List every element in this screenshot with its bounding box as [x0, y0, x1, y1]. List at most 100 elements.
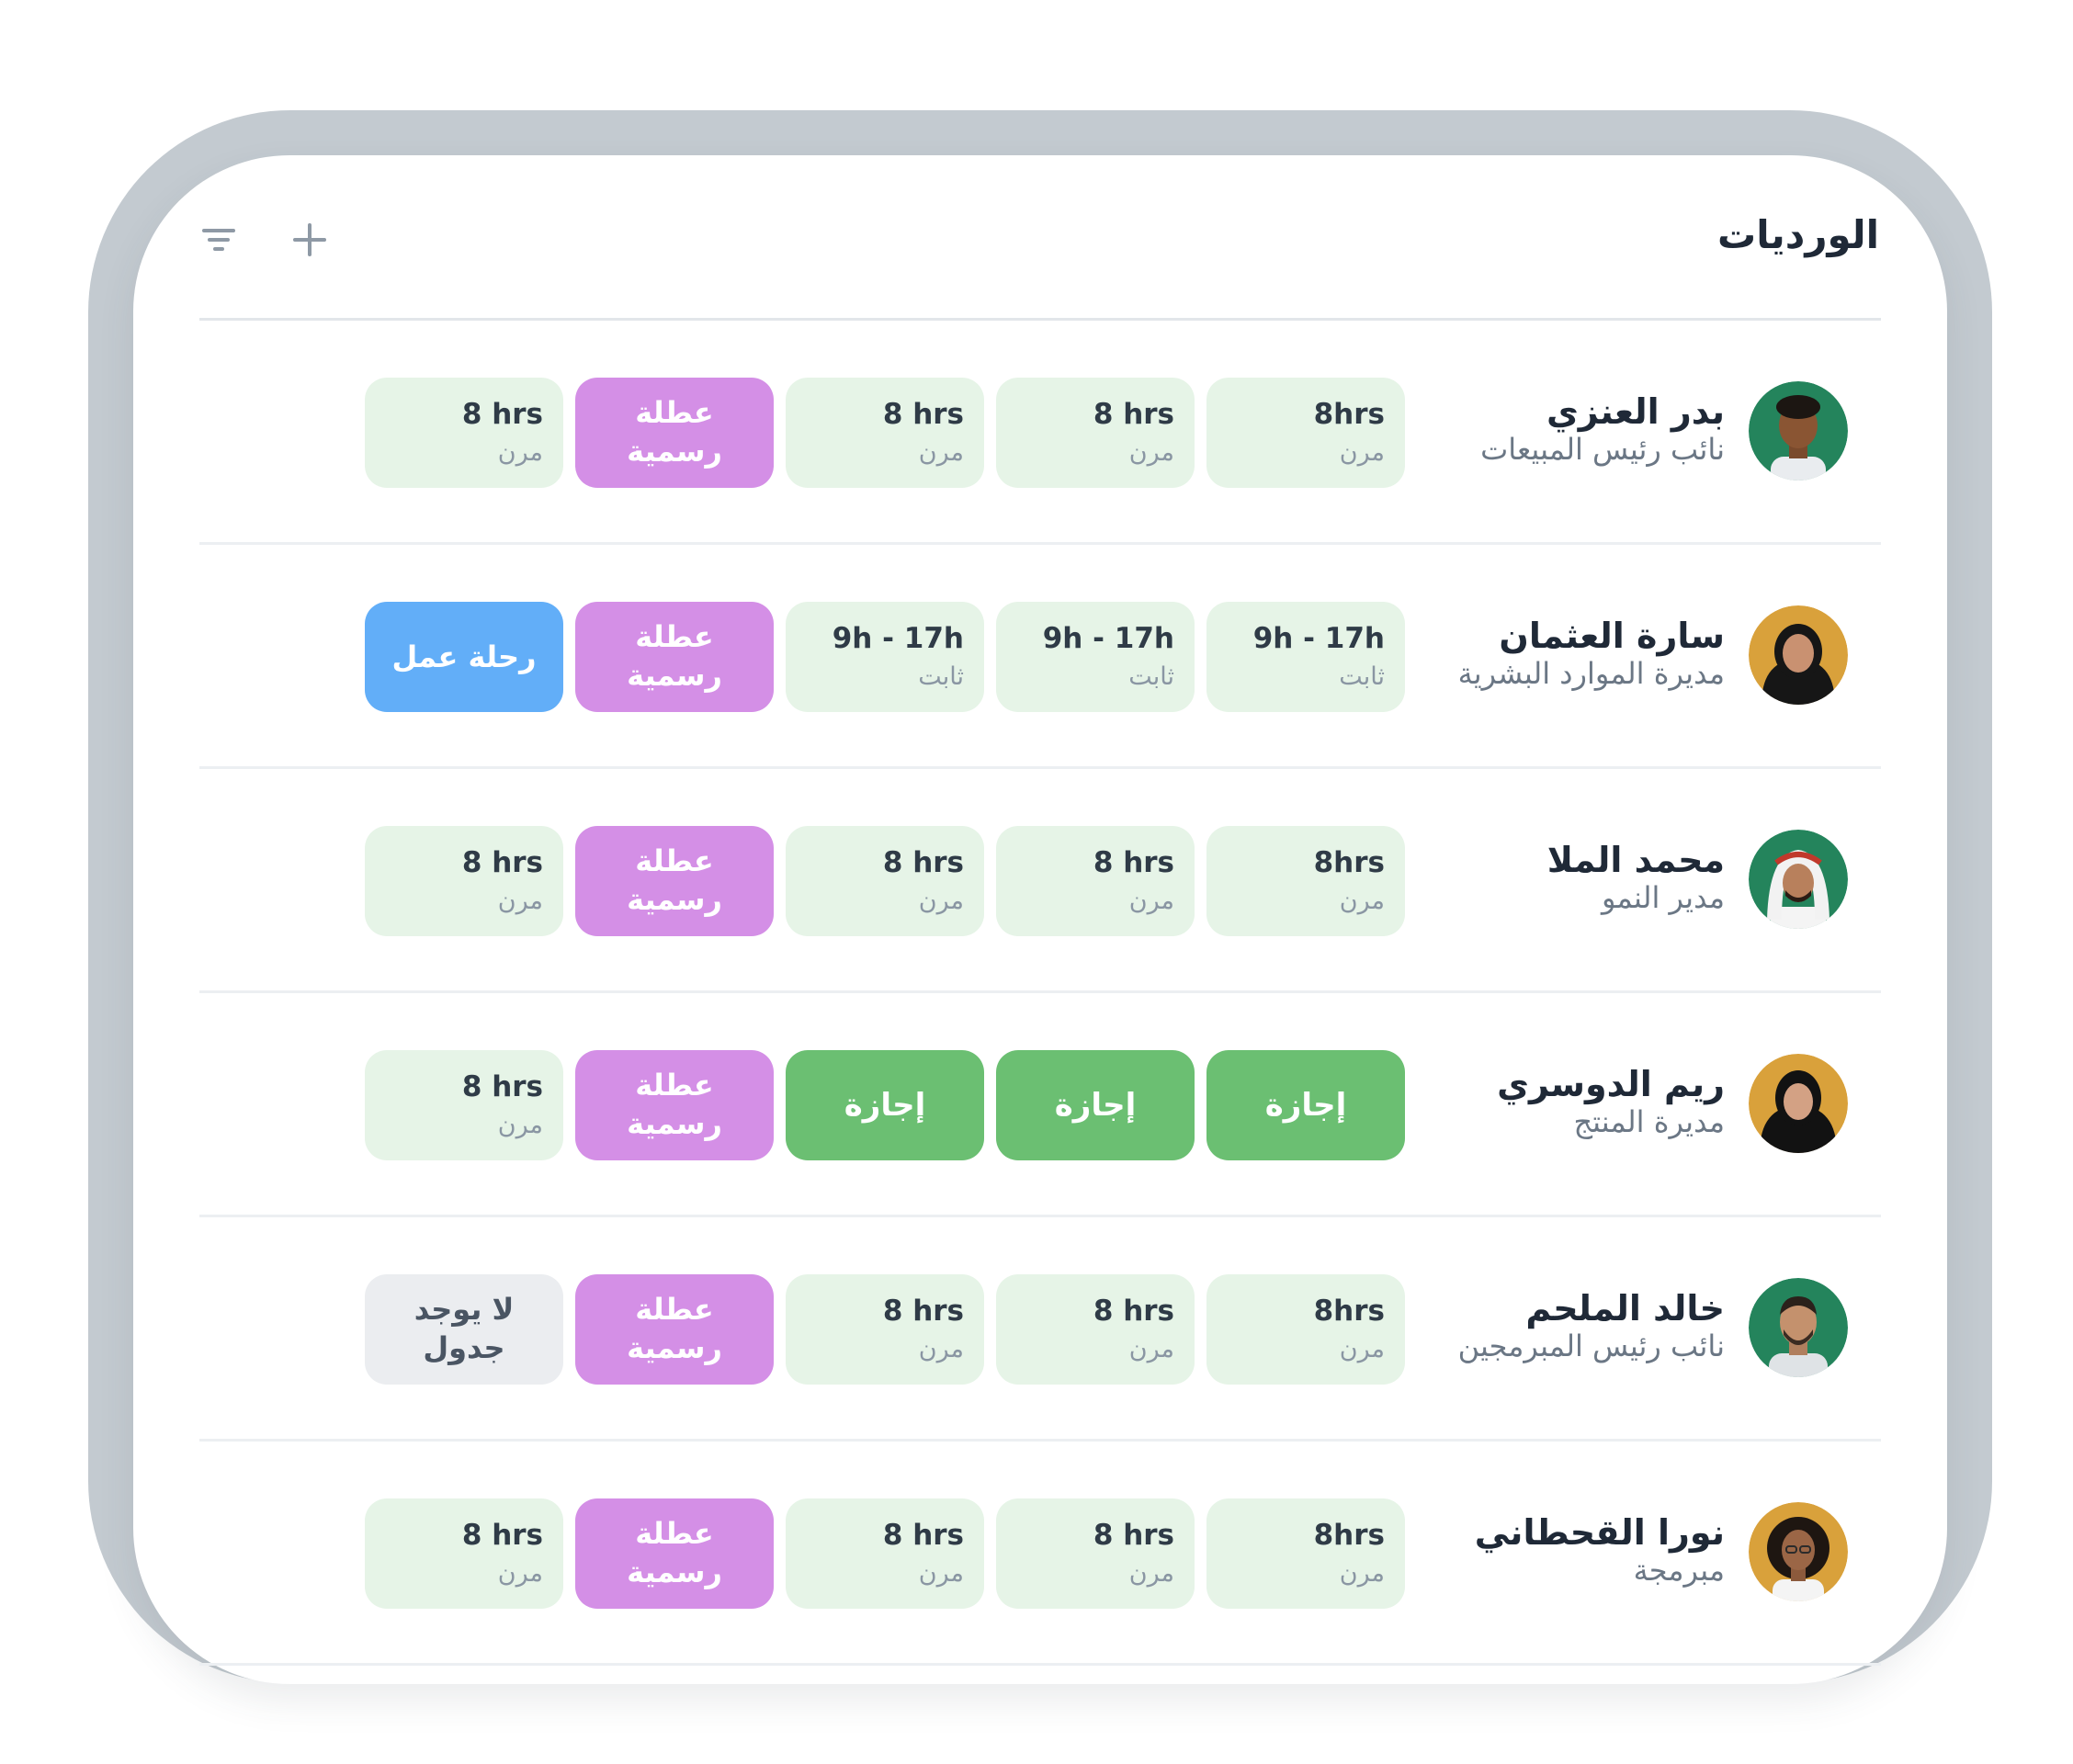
no-schedule-line2: جدول	[423, 1330, 505, 1365]
employee-name: بدر العنزي	[1546, 391, 1725, 432]
avatar[interactable]	[1749, 605, 1848, 705]
shift-cell[interactable]: 9h - 17h ثابت	[786, 602, 984, 712]
shift-hours: 8 hrs	[1093, 1295, 1174, 1328]
shift-cell[interactable]: 8 hrs مرن	[365, 826, 563, 936]
shift-cell[interactable]: 9h - 17h ثابت	[1206, 602, 1405, 712]
employee-info: سارة العثمان مديرة الموارد البشرية	[1458, 616, 1725, 690]
card-header: الورديات	[133, 155, 1947, 321]
shift-type: ثابت	[1128, 662, 1174, 691]
employee-role: مديرة المنتج	[1573, 1103, 1725, 1139]
employee-row: خالد الملحم نائب رئيس المبرمجين 8hrs مرن …	[199, 1217, 1881, 1442]
shift-hours: 9h - 17h	[1252, 622, 1385, 655]
shift-type: مرن	[918, 887, 964, 915]
holiday-cell[interactable]: عطلة رسمية	[575, 378, 774, 488]
shift-hours: 9h - 17h	[832, 622, 964, 655]
avatar[interactable]	[1749, 830, 1848, 929]
employee-name: سارة العثمان	[1499, 616, 1725, 656]
holiday-cell[interactable]: عطلة رسمية	[575, 826, 774, 936]
shift-cell[interactable]: 8 hrs مرن	[786, 826, 984, 936]
business-trip-cell[interactable]: رحلة عمل	[365, 602, 563, 712]
shift-cell[interactable]: 8 hrs مرن	[996, 1274, 1195, 1385]
shift-cell[interactable]: 8 hrs مرن	[786, 1498, 984, 1609]
employee-row: نورا القحطاني مبرمجة 8hrs مرن 8 hrs مرن 8 …	[199, 1442, 1881, 1666]
shift-cell[interactable]: 8 hrs مرن	[786, 1274, 984, 1385]
leave-label: إجازة	[1264, 1087, 1347, 1124]
holiday-label-line1: عطلة	[635, 1516, 714, 1552]
employee-role: مديرة الموارد البشرية	[1457, 655, 1725, 691]
shift-hours: 8 hrs	[882, 1295, 964, 1328]
employee-rows: بدر العنزي نائب رئيس المبيعات 8hrs مرن 8 …	[133, 321, 1947, 1666]
holiday-label-line2: رسمية	[627, 1555, 722, 1589]
shift-type: مرن	[918, 1559, 964, 1588]
leave-label: إجازة	[1054, 1087, 1137, 1124]
shift-hours: 8hrs	[1313, 1519, 1385, 1552]
shift-hours: 8 hrs	[1093, 846, 1174, 879]
holiday-label-line1: عطلة	[635, 1068, 714, 1103]
shift-type: مرن	[497, 1111, 543, 1139]
shift-cell[interactable]: 8 hrs مرن	[996, 1498, 1195, 1609]
shift-hours: 8 hrs	[461, 1070, 543, 1103]
shift-cell[interactable]: 8 hrs مرن	[365, 1050, 563, 1160]
shift-cell[interactable]: 8hrs مرن	[1206, 378, 1405, 488]
shift-cell[interactable]: 8 hrs مرن	[786, 378, 984, 488]
holiday-label-line2: رسمية	[627, 882, 722, 917]
shift-type: مرن	[918, 438, 964, 467]
employee-row: محمد الملا مدير النمو 8hrs مرن 8 hrs مرن 8…	[199, 769, 1881, 993]
shift-type: مرن	[1339, 1335, 1385, 1363]
holiday-label-line1: عطلة	[635, 1292, 714, 1328]
shift-hours: 8 hrs	[882, 846, 964, 879]
no-schedule-line1: لا يوجد	[413, 1292, 515, 1328]
avatar[interactable]	[1749, 381, 1848, 481]
holiday-cell[interactable]: عطلة رسمية	[575, 1274, 774, 1385]
shift-hours: 9h - 17h	[1042, 622, 1174, 655]
shift-type: مرن	[918, 1335, 964, 1363]
holiday-label-line2: رسمية	[627, 658, 722, 693]
leave-cell[interactable]: إجازة	[996, 1050, 1195, 1160]
employee-row: سارة العثمان مديرة الموارد البشرية 9h - …	[199, 545, 1881, 769]
employee-info: ريم الدوسري مديرة المنتج	[1497, 1064, 1725, 1139]
leave-cell[interactable]: إجازة	[1206, 1050, 1405, 1160]
shift-hours: 8 hrs	[1093, 398, 1174, 431]
employee-row: ريم الدوسري مديرة المنتج إجازة إجازة إجا…	[199, 993, 1881, 1217]
shift-cell[interactable]: 8hrs مرن	[1206, 826, 1405, 936]
shift-hours: 8 hrs	[882, 1519, 964, 1552]
shift-hours: 8 hrs	[461, 846, 543, 879]
shift-cell[interactable]: 8hrs مرن	[1206, 1274, 1405, 1385]
shift-type: ثابت	[918, 662, 964, 691]
avatar[interactable]	[1749, 1502, 1848, 1601]
holiday-label-line2: رسمية	[627, 1330, 722, 1365]
shift-cell[interactable]: 8 hrs مرن	[996, 378, 1195, 488]
business-trip-label: رحلة عمل	[391, 639, 537, 674]
shift-hours: 8hrs	[1313, 846, 1385, 879]
holiday-label-line1: عطلة	[635, 843, 714, 879]
employee-role: نائب رئيس المبيعات	[1480, 431, 1725, 467]
no-schedule-cell[interactable]: لا يوجد جدول	[365, 1274, 563, 1385]
avatar[interactable]	[1749, 1278, 1848, 1377]
shift-type: مرن	[1339, 1559, 1385, 1588]
shift-type: مرن	[1128, 887, 1174, 915]
shift-cell[interactable]: 9h - 17h ثابت	[996, 602, 1195, 712]
avatar[interactable]	[1749, 1054, 1848, 1153]
shift-type: ثابت	[1339, 662, 1385, 691]
shifts-card: الورديات بدر العنزي نائب رئيس المبيعات 8…	[133, 155, 1947, 1684]
employee-role: مدير النمو	[1602, 879, 1725, 915]
holiday-label-line2: رسمية	[627, 434, 722, 469]
shift-hours: 8 hrs	[1093, 1519, 1174, 1552]
leave-cell[interactable]: إجازة	[786, 1050, 984, 1160]
employee-info: محمد الملا مدير النمو	[1547, 840, 1725, 915]
shift-type: مرن	[497, 438, 543, 467]
holiday-cell[interactable]: عطلة رسمية	[575, 1050, 774, 1160]
shift-cell[interactable]: 8hrs مرن	[1206, 1498, 1405, 1609]
filter-icon[interactable]	[198, 220, 239, 260]
shift-cell[interactable]: 8 hrs مرن	[996, 826, 1195, 936]
shift-type: مرن	[497, 1559, 543, 1588]
shift-type: مرن	[1128, 438, 1174, 467]
shift-hours: 8 hrs	[882, 398, 964, 431]
employee-info: خالد الملحم نائب رئيس المبرمجين	[1458, 1288, 1725, 1363]
holiday-cell[interactable]: عطلة رسمية	[575, 602, 774, 712]
plus-icon[interactable]	[289, 220, 330, 260]
shift-cell[interactable]: 8 hrs مرن	[365, 1498, 563, 1609]
holiday-cell[interactable]: عطلة رسمية	[575, 1498, 774, 1609]
shift-hours: 8hrs	[1313, 1295, 1385, 1328]
shift-cell[interactable]: 8 hrs مرن	[365, 378, 563, 488]
